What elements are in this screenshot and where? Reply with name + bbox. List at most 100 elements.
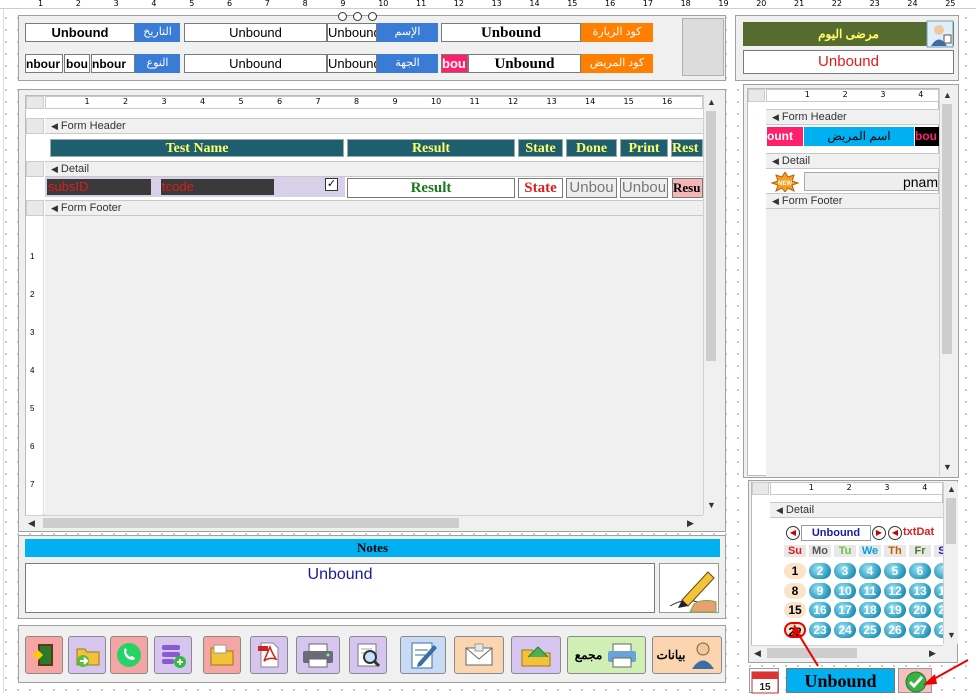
type-field-3[interactable]: nbour <box>91 54 135 73</box>
calendar-day[interactable]: 9 <box>809 582 831 599</box>
calendar-day[interactable]: 8 <box>784 582 806 599</box>
month-field[interactable]: Unbound <box>801 525 871 541</box>
calendar-day[interactable]: 6 <box>909 563 931 579</box>
patient-code-small[interactable]: bou <box>441 54 468 73</box>
calendar-day[interactable]: 22 <box>784 621 806 639</box>
add-list-button[interactable] <box>154 636 192 674</box>
result-field[interactable]: Result <box>347 178 515 198</box>
calendar-day[interactable]: 16 <box>809 602 831 618</box>
type-field-2[interactable]: bou <box>64 54 90 73</box>
ruler-number: 7 <box>315 97 321 106</box>
ruler-number: 5 <box>189 0 195 8</box>
calendar-day[interactable]: 24 <box>834 621 856 638</box>
done-field[interactable]: Unbou <box>566 178 617 198</box>
name-field-2[interactable]: Unbound <box>327 23 377 42</box>
today-patients-value[interactable]: Unbound <box>743 50 954 74</box>
bottom-unbound-field[interactable]: Unbound <box>786 668 895 693</box>
prev-year-button[interactable]: ◀ <box>888 526 902 540</box>
add-list-icon <box>162 645 186 668</box>
calendar-day[interactable]: 26 <box>884 621 906 638</box>
patient-name-field[interactable]: pnam <box>804 172 939 191</box>
calendar-day[interactable]: 17 <box>834 602 856 618</box>
calendar-day[interactable]: 13 <box>909 582 931 599</box>
calendar-hscroll-thumb[interactable] <box>767 648 857 658</box>
total-print-button[interactable]: مجمع <box>567 636 646 674</box>
patient-avatar-icon <box>926 20 954 48</box>
email-button[interactable] <box>454 636 504 674</box>
type-field-1[interactable]: nbour <box>25 54 63 73</box>
state-field[interactable]: State <box>518 178 563 198</box>
subform-select-box[interactable] <box>26 96 44 109</box>
calendar-day[interactable]: 23 <box>809 621 831 638</box>
subform-hscroll-thumb[interactable] <box>43 518 459 528</box>
subform-vscroll[interactable]: ▲ ▼ <box>703 95 718 515</box>
printer-total-icon <box>608 643 637 668</box>
calendar-vscroll-thumb[interactable] <box>946 498 956 544</box>
calendar-day[interactable]: 15 <box>784 602 806 618</box>
send-folder-button[interactable] <box>511 636 561 674</box>
calendar-day[interactable]: 3 <box>834 563 856 579</box>
calendar-day[interactable]: 10 <box>834 582 856 599</box>
ruler-number: 12 <box>453 0 464 8</box>
date-text-field[interactable]: txtDat <box>903 525 943 541</box>
subform-vscroll-thumb[interactable] <box>706 111 716 361</box>
prev-month-button[interactable]: ◀ <box>786 526 800 540</box>
done-checkbox[interactable]: ✓ <box>325 178 338 191</box>
calendar-day[interactable]: 27 <box>909 621 931 638</box>
patients-vscroll-thumb[interactable] <box>942 104 952 354</box>
ruler-number: 1 <box>804 90 810 99</box>
transfer-button[interactable] <box>68 636 106 674</box>
calendar-vscroll[interactable]: ▲ ▼ <box>943 482 958 644</box>
calendar-day[interactable]: 12 <box>884 582 906 599</box>
ruler-number: 12 <box>508 97 519 106</box>
calendar-day[interactable]: 20 <box>909 602 931 618</box>
section-selector-header[interactable] <box>26 118 44 134</box>
calendar-day[interactable]: 25 <box>859 621 881 638</box>
resize-handles[interactable] <box>338 12 388 22</box>
next-month-button[interactable]: ▶ <box>872 526 886 540</box>
calendar-day[interactable]: 4 <box>859 563 881 579</box>
calendar-day[interactable]: 18 <box>859 602 881 618</box>
calendar-day[interactable]: 2 <box>809 563 831 579</box>
sub-id-field[interactable]: subsID <box>47 179 151 195</box>
footer-area <box>45 216 703 515</box>
calendar-day[interactable]: 1 <box>784 563 806 579</box>
calendar-day[interactable]: 5 <box>884 563 906 579</box>
subform-hscroll[interactable]: ◀ ▶ <box>25 515 703 530</box>
folder-button[interactable] <box>203 636 241 674</box>
rest-field[interactable]: Resu <box>672 178 703 198</box>
date-field[interactable]: Unbound <box>25 23 135 42</box>
section-selector-footer[interactable] <box>26 200 44 216</box>
subform-vertical-ruler: 1 2 3 4 5 6 7 <box>26 216 44 515</box>
exit-button[interactable] <box>25 636 63 674</box>
whatsapp-button[interactable] <box>110 636 148 674</box>
calendar-icon[interactable]: 15 <box>749 668 779 694</box>
edit-button[interactable] <box>400 636 446 674</box>
section-selector-detail[interactable] <box>26 161 44 177</box>
pdf-button[interactable] <box>250 636 288 674</box>
print-field[interactable]: Unbou <box>620 178 668 198</box>
data-button[interactable]: بيانات <box>652 636 722 674</box>
patients-bou-field[interactable]: bou <box>915 127 939 146</box>
patient-code-field[interactable]: Unbound <box>468 54 581 73</box>
patients-select-box[interactable] <box>748 89 765 102</box>
calendar-select-box[interactable] <box>752 482 769 495</box>
name-field[interactable]: Unbound <box>184 23 327 42</box>
calendar-hscroll[interactable]: ◀ ▶ <box>751 645 943 660</box>
new-badge-icon[interactable]: NEW <box>770 171 800 193</box>
preview-button[interactable] <box>349 636 387 674</box>
patients-vscroll[interactable]: ▲ ▼ <box>939 88 954 476</box>
print-button[interactable] <box>296 636 340 674</box>
tcode-field[interactable]: tcode <box>161 179 274 195</box>
visit-code-field[interactable]: Unbound <box>441 23 581 42</box>
calendar-day[interactable]: 19 <box>884 602 906 618</box>
calendar-day[interactable]: 11 <box>859 582 881 599</box>
notes-field[interactable]: Unbound <box>25 563 655 613</box>
party-field[interactable]: Unbound <box>184 54 327 73</box>
party-field-2[interactable]: Unbound <box>327 54 377 73</box>
ruler-number: 15 <box>567 0 578 8</box>
ruler-number: 22 <box>831 0 842 8</box>
pen-signature-icon[interactable] <box>659 563 719 613</box>
patients-count-field[interactable]: ount <box>767 127 803 146</box>
confirm-button[interactable] <box>898 668 932 693</box>
